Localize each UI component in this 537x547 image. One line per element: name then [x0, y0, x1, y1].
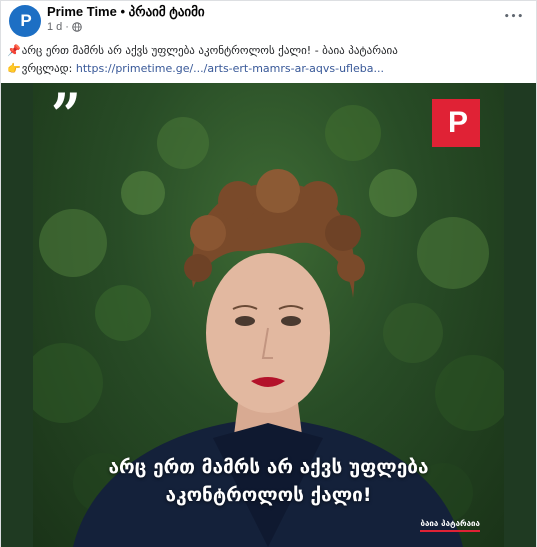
post-caption: 📌არც ერთ მამრს არ აქვს უფლება აკონტროლოს… — [7, 42, 532, 78]
globe-icon[interactable] — [72, 22, 82, 32]
prime-time-badge: P — [432, 99, 480, 147]
headline-line-1: არც ერთ მამრს არ აქვს უფლება — [108, 456, 429, 478]
post-timestamp[interactable]: 1 d — [47, 21, 62, 33]
quote-card: ” P არც ერთ მამრს არ აქვს უფლება აკონტრო… — [33, 83, 504, 547]
pointing-hand-icon: 👉 — [7, 62, 21, 75]
caption-prefix: ვრცლად: — [21, 62, 76, 75]
post-header: P Prime Time • პრაიმ ტაიმი 1 d · ••• — [1, 1, 536, 37]
more-horizontal-icon: ••• — [503, 12, 525, 22]
caption-text: არც ერთ მამრს არ აქვს უფლება აკონტროლოს … — [21, 44, 398, 57]
prime-time-logo-icon: P — [20, 11, 31, 30]
page-name-link[interactable]: Prime Time • პრაიმ ტაიმი — [47, 4, 205, 20]
post-meta: 1 d · — [47, 21, 82, 33]
quote-author: ბაია პატარაია — [420, 519, 480, 532]
pushpin-icon: 📌 — [7, 44, 21, 57]
prime-time-logo-icon: P — [447, 106, 468, 139]
caption-line-2: 👉ვრცლად: https://primetime.ge/.../arts-e… — [7, 60, 532, 78]
quote-mark-icon: ” — [51, 83, 81, 152]
quote-headline: არც ერთ მამრს არ აქვს უფლება აკონტროლოს … — [33, 453, 504, 509]
post-image[interactable]: ” P არც ერთ მამრს არ აქვს უფლება აკონტრო… — [1, 83, 536, 547]
facebook-post: P Prime Time • პრაიმ ტაიმი 1 d · ••• 📌არ… — [0, 0, 537, 547]
headline-line-2: აკონტროლოს ქალი! — [165, 484, 372, 506]
caption-line-1: 📌არც ერთ მამრს არ აქვს უფლება აკონტროლოს… — [7, 42, 532, 60]
page-avatar[interactable]: P — [9, 5, 41, 37]
article-link[interactable]: https://primetime.ge/.../arts-ert-mamrs-… — [76, 62, 384, 75]
meta-separator: · — [65, 21, 69, 33]
more-options-button[interactable]: ••• — [502, 7, 526, 27]
